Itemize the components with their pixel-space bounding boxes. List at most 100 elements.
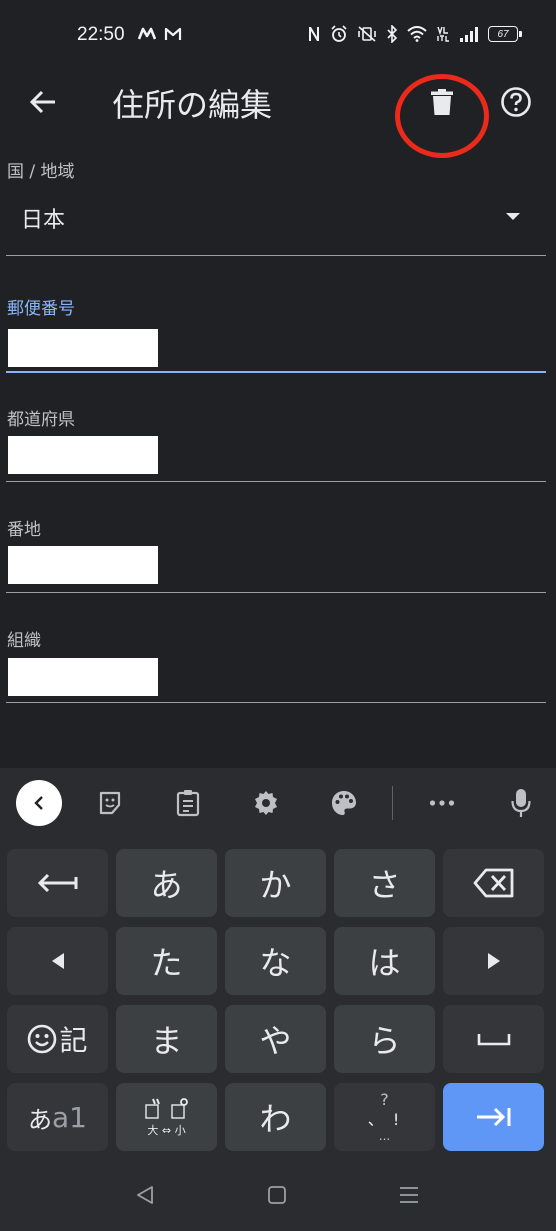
prefecture-label: 都道府県 [7,410,75,430]
volte-icon [437,26,449,42]
more-icon [429,800,455,806]
battery-level: 67 [497,28,509,40]
home-square-icon [268,1186,286,1204]
triangle-left-icon [51,953,64,969]
help-button[interactable] [495,81,537,123]
back-button[interactable] [22,81,64,123]
country-underline [6,255,546,256]
dakuten-caption: 大 ⇔ 小 [147,1123,186,1137]
chevron-left-icon [34,796,43,810]
emoji-key-label: 記 [59,1024,88,1057]
key-ya[interactable]: や [225,1005,326,1073]
keyboard-toolbar [0,768,556,838]
tab-next-icon [476,1107,510,1127]
backspace-icon [473,868,513,898]
gmail-icon [164,27,182,40]
key-input-mode[interactable]: あ a1 [7,1083,108,1151]
organization-input[interactable] [8,658,158,696]
battery-icon: 67 [488,26,522,42]
key-cursor-left[interactable] [7,927,108,995]
country-label: 国 / 地域 [7,162,75,182]
key-ya-label: や [259,1022,292,1060]
organization-label: 組織 [7,631,41,651]
clipboard-button[interactable] [165,780,211,826]
postal-code-underline [6,371,546,373]
address-line-label: 番地 [7,520,41,540]
prefecture-underline [6,481,546,482]
key-ka-label: か [259,866,292,904]
key-cursor-right[interactable] [443,927,544,995]
theme-button[interactable] [321,780,367,826]
arrow-back-icon [29,90,55,114]
key-wa[interactable]: わ [225,1083,326,1151]
key-sa-label: さ [368,866,401,904]
punct-top-label: ? [380,1090,389,1109]
key-ka[interactable]: か [225,849,326,917]
mode-key-label-a: あ [28,1105,52,1134]
status-bar: 22:50 67 [0,0,556,70]
key-ta-label: た [150,944,183,982]
soft-keyboard: あ か さ た な は 記 ま や ら あ a1 大 ⇔ 小 わ ? 、 ! ..… [0,768,556,1231]
toolbar-divider [392,786,393,820]
key-ma[interactable]: ま [116,1005,217,1073]
address-line-underline [6,592,546,593]
triangle-right-icon [487,953,500,969]
prefecture-input[interactable] [8,436,158,474]
key-ma-label: ま [150,1022,183,1060]
prefecture-field[interactable]: 都道府県 [6,395,546,485]
organization-field[interactable]: 組織 [6,617,546,707]
voice-input-button[interactable] [498,780,544,826]
more-button[interactable] [419,780,465,826]
key-ha[interactable]: は [334,927,435,995]
key-na[interactable]: な [225,927,326,995]
nfc-icon [309,27,319,41]
key-dakuten[interactable]: 大 ⇔ 小 [116,1083,217,1151]
clipboard-icon [176,790,200,817]
status-time: 22:50 [77,24,125,45]
postal-code-field[interactable]: 郵便番号 [6,285,546,375]
recents-icon [400,1187,418,1203]
keyboard-collapse-button[interactable] [16,780,62,826]
smiley-icon [28,1024,57,1054]
key-a[interactable]: あ [116,849,217,917]
status-system-icons: 67 [307,25,522,43]
system-nav-bar [0,1160,556,1231]
alarm-icon [331,25,347,42]
punct-bottom-label: ... [378,1129,391,1143]
vibrate-off-icon [358,26,376,42]
settings-icon [255,791,277,815]
keyboard-settings-button[interactable] [243,780,289,826]
mode-key-label-b: a1 [52,1100,87,1134]
address-line-field[interactable]: 番地 [6,506,546,596]
key-undo[interactable] [7,849,108,917]
punct-mid-label: 、 ! [367,1110,402,1129]
key-emoji-symbols[interactable]: 記 [7,1005,108,1073]
status-notification-icons [138,26,182,42]
key-sa[interactable]: さ [334,849,435,917]
postal-code-input[interactable] [8,329,158,367]
address-line-input[interactable] [8,546,158,584]
annotation-highlight-circle [395,74,489,158]
key-backspace[interactable] [443,849,544,917]
space-icon [477,1034,510,1046]
key-next-enter[interactable] [443,1083,544,1151]
key-punctuation[interactable]: ? 、 ! ... [334,1083,435,1151]
key-ta[interactable]: た [116,927,217,995]
postal-code-label: 郵便番号 [7,299,75,319]
nav-home-button[interactable] [262,1180,292,1210]
bluetooth-icon [387,25,398,43]
back-triangle-icon [137,1186,153,1204]
key-ra[interactable]: ら [334,1005,435,1073]
wifi-icon [407,26,427,42]
key-a-label: あ [150,866,183,904]
key-na-label: な [259,944,292,982]
signal-icon [460,27,478,42]
key-space[interactable] [443,1005,544,1073]
country-field[interactable]: 国 / 地域 日本 [6,150,546,260]
country-value: 日本 [21,208,66,233]
key-ra-label: ら [368,1022,401,1060]
sticker-icon [99,791,121,815]
nav-back-button[interactable] [130,1180,160,1210]
nav-recents-button[interactable] [394,1180,424,1210]
sticker-button[interactable] [87,780,133,826]
